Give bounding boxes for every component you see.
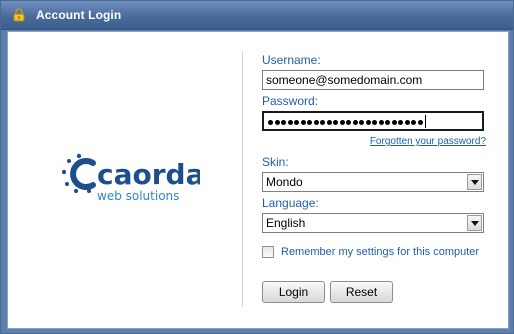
password-dot: [365, 119, 371, 125]
lock-icon: [12, 8, 26, 22]
password-dot: [404, 119, 410, 125]
password-dot: [352, 119, 358, 125]
password-dot: [268, 119, 273, 125]
window-title: Account Login: [36, 8, 122, 22]
username-value: someone@somedomain.com: [266, 73, 423, 87]
remember-label[interactable]: Remember my settings for this computer: [281, 246, 479, 258]
password-dot: [359, 119, 364, 125]
password-dot: [326, 119, 332, 125]
title-bar: Account Login: [1, 1, 513, 30]
username-field[interactable]: someone@somedomain.com: [262, 70, 484, 90]
password-mask: [268, 116, 423, 128]
chevron-down-icon[interactable]: [467, 215, 482, 231]
password-dot: [307, 119, 312, 125]
password-dot: [378, 119, 384, 125]
panel-divider: [242, 51, 243, 307]
password-dot: [391, 119, 397, 125]
login-panel: caorda web solutions Username: someone@s…: [7, 31, 509, 329]
chevron-down-icon[interactable]: [467, 174, 482, 190]
password-dot: [294, 119, 299, 125]
password-dot: [313, 119, 319, 125]
language-label: Language:: [262, 196, 319, 210]
reset-button[interactable]: Reset: [330, 281, 393, 303]
login-window: Account Login caorda web solutions Usern…: [0, 0, 514, 334]
password-dot: [411, 119, 416, 125]
password-label: Password:: [262, 94, 319, 108]
language-select[interactable]: English: [262, 213, 484, 233]
forgot-password-link[interactable]: Forgotten your password?: [370, 136, 486, 147]
username-label: Username:: [262, 53, 321, 67]
password-dot: [287, 119, 293, 125]
skin-label: Skin:: [262, 155, 289, 169]
password-dot: [385, 119, 390, 125]
login-button[interactable]: Login: [262, 281, 325, 303]
logo-tagline-text: web solutions: [97, 189, 179, 203]
skin-selected-value: Mondo: [266, 175, 303, 189]
password-dot: [372, 119, 377, 125]
password-dot: [333, 119, 338, 125]
password-dot: [274, 119, 280, 125]
text-caret: [425, 115, 426, 128]
password-dot: [398, 119, 403, 125]
password-dot: [346, 119, 351, 125]
password-dot: [300, 119, 306, 125]
language-selected-value: English: [266, 216, 306, 230]
caorda-logo: caorda web solutions: [60, 148, 204, 208]
password-dot: [417, 119, 423, 125]
logo-brand-text: caorda: [97, 158, 200, 191]
remember-checkbox[interactable]: [262, 246, 274, 258]
password-dot: [320, 119, 325, 125]
skin-select[interactable]: Mondo: [262, 172, 484, 192]
password-dot: [339, 119, 345, 125]
password-dot: [281, 119, 286, 125]
password-field[interactable]: [262, 111, 484, 131]
